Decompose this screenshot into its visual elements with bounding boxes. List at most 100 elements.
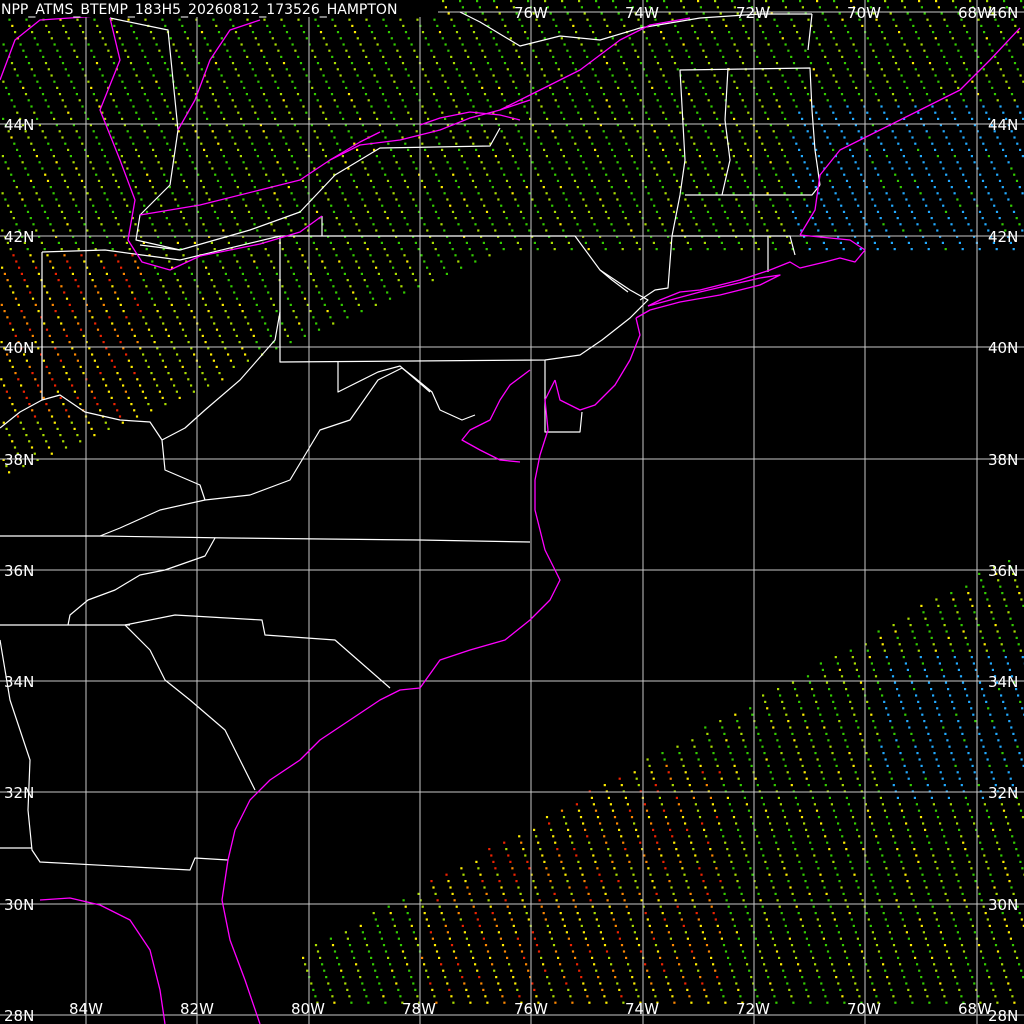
observation-dot <box>536 248 539 251</box>
observation-dot <box>316 950 320 953</box>
observation-dot <box>57 353 60 356</box>
observation-dot <box>317 328 321 331</box>
observation-dot <box>274 117 277 120</box>
observation-dot <box>903 764 906 767</box>
observation-dot <box>676 956 679 959</box>
observation-dot <box>810 739 813 742</box>
observation-dot <box>254 148 257 151</box>
observation-dot <box>1015 217 1018 220</box>
observation-dot <box>21 161 24 164</box>
observation-dot <box>922 771 925 774</box>
observation-dot <box>924 988 927 991</box>
observation-dot <box>685 880 688 883</box>
observation-dot <box>859 210 863 213</box>
observation-dot <box>922 611 925 614</box>
observation-dot <box>406 186 409 189</box>
observation-dot <box>787 49 790 52</box>
observation-dot <box>617 49 620 52</box>
observation-dot <box>920 764 923 767</box>
observation-dot <box>892 624 895 627</box>
observation-dot <box>939 161 942 164</box>
observation-dot <box>228 204 231 207</box>
observation-dot <box>446 198 449 201</box>
observation-dot <box>516 937 519 940</box>
observation-dot <box>90 427 93 430</box>
observation-dot <box>883 148 886 151</box>
observation-dot <box>15 223 18 226</box>
observation-dot <box>838 720 841 723</box>
observation-dot <box>748 969 751 972</box>
observation-dot <box>690 62 694 65</box>
observation-dot <box>760 796 763 799</box>
observation-dot <box>133 409 136 412</box>
observation-dot <box>105 347 108 350</box>
observation-dot <box>566 86 569 89</box>
observation-dot <box>593 963 596 966</box>
observation-dot <box>831 963 834 966</box>
observation-dot <box>695 223 698 226</box>
observation-dot <box>882 752 885 755</box>
observation-dot <box>611 111 614 114</box>
observation-dot <box>578 0 581 3</box>
observation-dot <box>489 956 492 959</box>
observation-dot <box>38 198 41 201</box>
observation-dot <box>238 341 241 344</box>
observation-dot <box>910 681 914 684</box>
observation-dot <box>952 758 955 761</box>
observation-dot <box>824 55 827 58</box>
observation-dot <box>596 816 600 819</box>
observation-dot <box>763 912 766 915</box>
observation-dot <box>554 1001 557 1004</box>
observation-dot <box>336 105 339 108</box>
observation-dot <box>150 297 154 300</box>
observation-dot <box>285 68 288 71</box>
observation-dot <box>668 12 671 15</box>
observation-dot <box>21 198 24 201</box>
observation-dot <box>220 37 223 40</box>
observation-dot <box>446 982 449 985</box>
observation-dot <box>447 880 450 883</box>
observation-dot <box>74 353 77 356</box>
observation-dot <box>615 873 618 876</box>
observation-dot <box>370 68 373 71</box>
observation-dot <box>787 720 790 723</box>
observation-dot <box>637 944 641 947</box>
observation-dot <box>841 55 844 58</box>
observation-dot <box>847 854 850 857</box>
observation-dot <box>528 867 531 870</box>
observation-dot <box>580 43 583 46</box>
observation-dot <box>44 62 48 65</box>
observation-dot <box>265 136 268 139</box>
observation-dot <box>702 49 705 52</box>
observation-dot <box>741 136 744 139</box>
observation-dot <box>846 105 849 108</box>
observation-dot <box>726 217 729 220</box>
observation-dot <box>451 210 455 213</box>
observation-dot <box>750 80 753 83</box>
observation-dot <box>690 173 693 176</box>
observation-dot <box>948 745 951 748</box>
observation-dot <box>754 777 757 780</box>
observation-dot <box>786 771 789 774</box>
observation-dot <box>54 384 57 387</box>
observation-dot <box>999 585 1002 588</box>
observation-dot <box>534 130 537 133</box>
observation-dot <box>576 912 579 915</box>
observation-dot <box>964 636 967 639</box>
observation-dot <box>919 867 922 870</box>
observation-dot <box>868 155 871 158</box>
observation-dot <box>931 745 934 748</box>
observation-dot <box>872 86 875 89</box>
observation-dot <box>92 204 95 207</box>
observation-dot <box>916 963 919 966</box>
observation-dot <box>718 771 721 774</box>
observation-dot <box>202 260 205 263</box>
observation-dot <box>686 937 689 940</box>
observation-dot <box>97 179 101 182</box>
observation-dot <box>312 988 315 991</box>
observation-dot <box>788 988 791 991</box>
observation-dot <box>836 873 839 876</box>
observation-dot <box>433 18 436 21</box>
observation-dot <box>193 241 196 244</box>
observation-dot <box>105 310 108 313</box>
